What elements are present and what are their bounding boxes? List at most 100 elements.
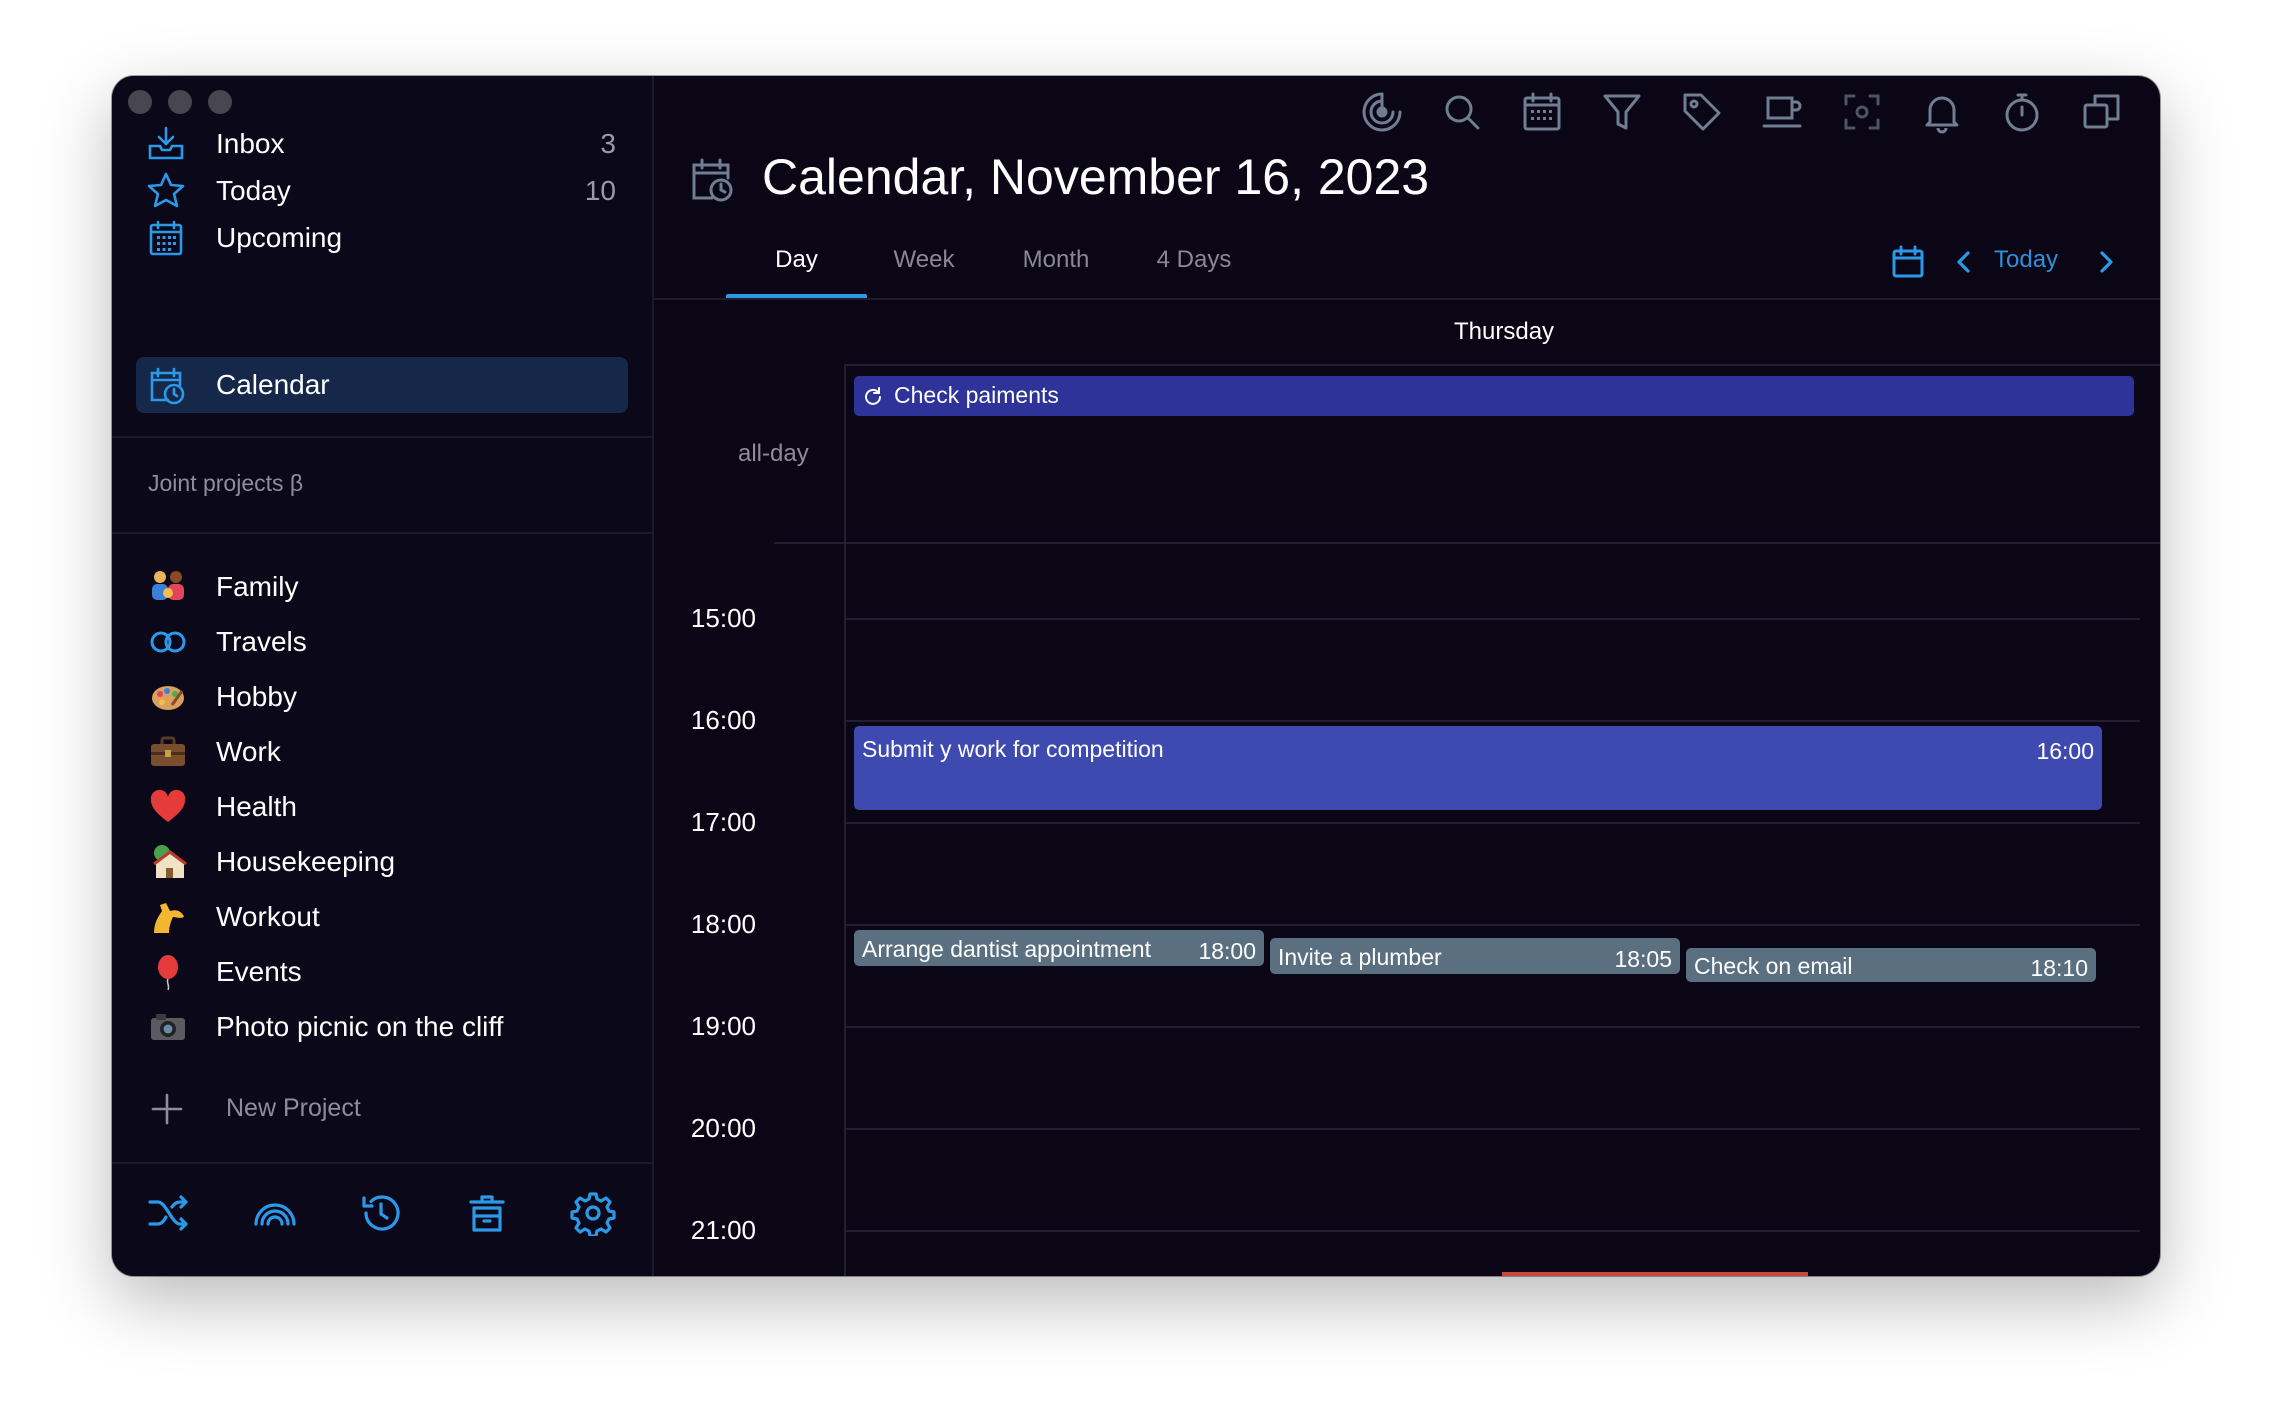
event-time: 18:05 — [1614, 946, 1672, 972]
duplicate-icon[interactable] — [2080, 90, 2124, 134]
flexed-biceps-emoji-icon — [148, 897, 188, 937]
balloon-emoji-icon — [148, 952, 188, 992]
current-time-indicator — [1502, 1272, 1808, 1276]
camera-emoji-icon — [148, 1007, 188, 1047]
tabs-divider — [654, 298, 2160, 300]
project-label: Events — [216, 956, 302, 987]
day-column-header: Thursday — [1454, 318, 1555, 345]
hour-label: 18:00 — [690, 909, 756, 939]
tab-week[interactable]: Week — [862, 246, 986, 286]
new-project-button[interactable]: New Project — [148, 1088, 448, 1132]
section-title[interactable]: Joint projects β — [148, 470, 303, 497]
allday-bottom-rule — [774, 542, 2160, 544]
trash-icon[interactable] — [464, 1190, 510, 1236]
today-button[interactable]: Today — [1994, 246, 2058, 274]
close-window-button[interactable] — [128, 90, 152, 114]
search-icon[interactable] — [1440, 90, 1484, 134]
focus-icon[interactable] — [1360, 90, 1404, 134]
project-item-workout[interactable]: Workout — [136, 891, 628, 943]
calendar-event[interactable]: Check on email 18:10 — [1686, 948, 2096, 982]
sidebar-divider — [112, 532, 652, 534]
inbox-count: 3 — [600, 128, 616, 159]
sidebar: Inbox 3 Today 10 Upcoming Calendar Joint… — [112, 76, 654, 1276]
sidebar-item-upcoming[interactable]: Upcoming — [136, 210, 628, 266]
hour-gridline — [844, 1230, 2140, 1232]
project-item-travels[interactable]: Travels — [136, 616, 628, 668]
hour-label: 20:00 — [690, 1113, 756, 1143]
history-icon[interactable] — [358, 1190, 404, 1236]
project-label: Travels — [216, 626, 307, 657]
app-window: Inbox 3 Today 10 Upcoming Calendar Joint… — [112, 76, 2160, 1276]
infinity-icon — [148, 622, 188, 662]
calendar-event[interactable]: Arrange dantist appointment 18:00 — [854, 930, 1264, 966]
allday-label: all-day — [738, 440, 809, 467]
timer-icon[interactable] — [2000, 90, 2044, 134]
briefcase-emoji-icon — [148, 732, 188, 772]
event-title: Arrange dantist appointment — [862, 936, 1151, 962]
sidebar-divider — [112, 436, 652, 438]
chevron-right-icon[interactable] — [2088, 244, 2124, 280]
calendar-event[interactable]: Submit y work for competition 16:00 — [854, 726, 2102, 810]
project-item-photo-picnic[interactable]: Photo picnic on the cliff — [136, 1001, 628, 1053]
project-item-events[interactable]: Events — [136, 946, 628, 998]
coffee-icon[interactable] — [1760, 90, 1804, 134]
project-label: Photo picnic on the cliff — [216, 1011, 504, 1042]
allday-event-title: Check paiments — [894, 382, 1059, 408]
hour-gridline — [844, 822, 2140, 824]
chevron-left-icon[interactable] — [1946, 244, 1982, 280]
project-item-hobby[interactable]: Hobby — [136, 671, 628, 723]
plus-icon — [150, 1092, 184, 1126]
calendar-grid-icon — [146, 218, 186, 258]
rainbow-icon[interactable] — [252, 1190, 298, 1236]
zoom-window-button[interactable] — [208, 90, 232, 114]
sidebar-item-label: Today — [216, 175, 291, 206]
allday-event[interactable]: Check paiments — [854, 376, 2134, 416]
project-item-family[interactable]: Family — [136, 561, 628, 613]
sidebar-item-calendar[interactable]: Calendar — [136, 357, 628, 413]
sidebar-bottom-bar — [112, 1164, 652, 1276]
time-gutter-rule — [844, 364, 846, 1276]
sidebar-item-label: Calendar — [216, 369, 330, 400]
sidebar-item-label: Inbox — [216, 128, 285, 159]
hour-label: 21:00 — [690, 1215, 756, 1245]
project-label: Health — [216, 791, 297, 822]
minimize-window-button[interactable] — [168, 90, 192, 114]
tab-month[interactable]: Month — [994, 246, 1118, 286]
calendar-clock-icon — [688, 156, 736, 204]
house-emoji-icon — [148, 842, 188, 882]
new-project-label: New Project — [226, 1094, 361, 1122]
hour-label: 19:00 — [690, 1011, 756, 1041]
family-emoji-icon — [148, 567, 188, 607]
bell-icon[interactable] — [1920, 90, 1964, 134]
hour-gridline — [844, 720, 2140, 722]
tab-day[interactable]: Day — [726, 246, 867, 286]
window-controls — [128, 90, 232, 114]
scan-icon[interactable] — [1840, 90, 1884, 134]
inbox-icon — [146, 124, 186, 164]
page-title: Calendar, November 16, 2023 — [762, 149, 1430, 205]
event-time: 18:10 — [2030, 955, 2088, 981]
tag-icon[interactable] — [1680, 90, 1724, 134]
allday-top-rule — [844, 364, 2160, 366]
shuffle-icon[interactable] — [146, 1190, 192, 1236]
filter-icon[interactable] — [1600, 90, 1644, 134]
repeat-icon — [862, 386, 884, 408]
project-item-housekeeping[interactable]: Housekeeping — [136, 836, 628, 888]
calendar-icon[interactable] — [1520, 90, 1564, 134]
tab-4-days[interactable]: 4 Days — [1124, 246, 1264, 286]
project-label: Hobby — [216, 681, 297, 712]
project-item-work[interactable]: Work — [136, 726, 628, 778]
star-icon — [146, 171, 186, 211]
project-label: Workout — [216, 901, 320, 932]
settings-icon[interactable] — [570, 1190, 616, 1238]
hour-gridline — [844, 924, 2140, 926]
calendar-picker-icon[interactable] — [1890, 244, 1926, 280]
heart-emoji-icon — [148, 787, 188, 827]
project-label: Family — [216, 571, 299, 602]
event-time: 16:00 — [2036, 738, 2094, 764]
calendar-event[interactable]: Invite a plumber 18:05 — [1270, 938, 1680, 974]
event-title: Submit y work for competition — [862, 736, 1164, 762]
hour-gridline — [844, 1128, 2140, 1130]
calendar-clock-icon — [146, 365, 186, 405]
project-item-health[interactable]: Health — [136, 781, 628, 833]
